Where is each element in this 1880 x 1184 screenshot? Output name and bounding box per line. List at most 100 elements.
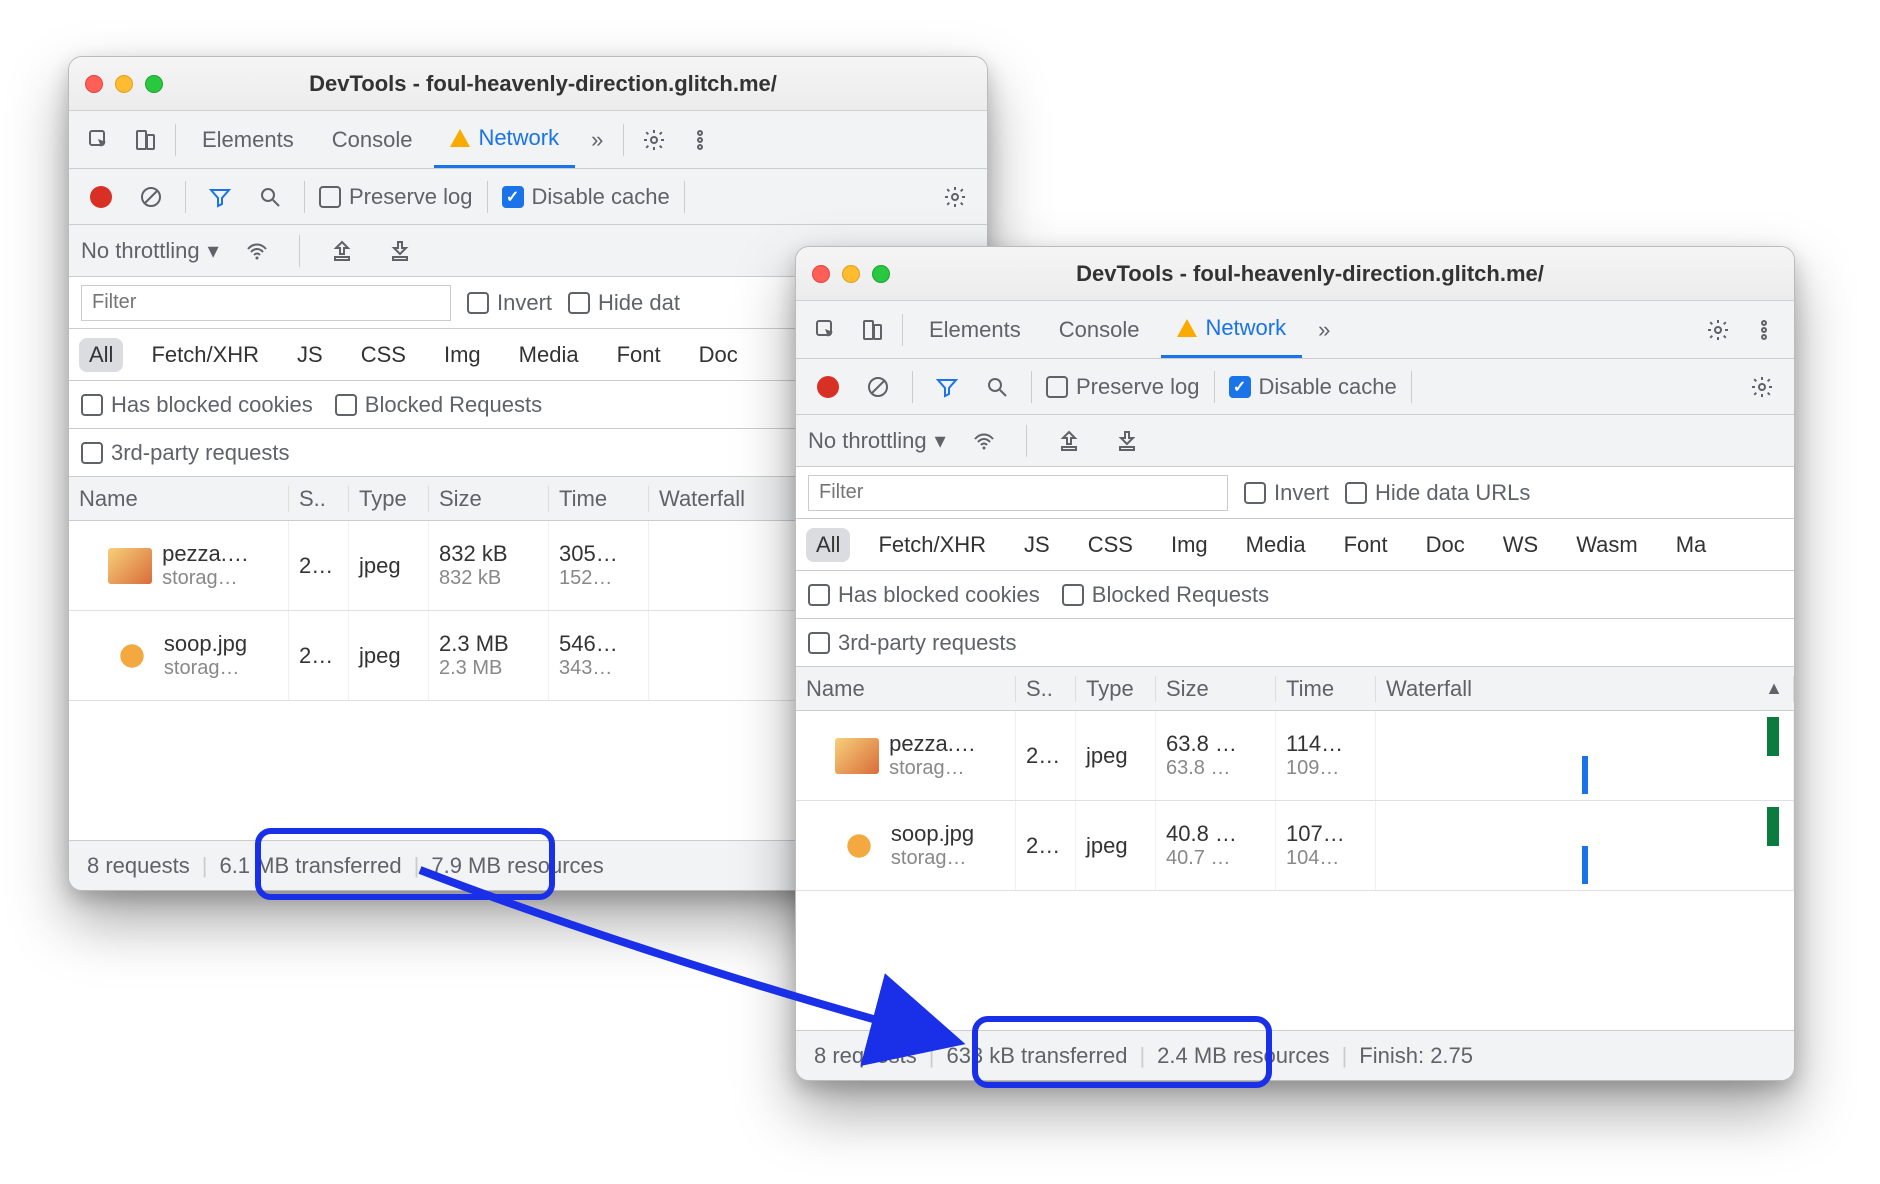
minimize-icon[interactable]	[115, 75, 133, 93]
close-icon[interactable]	[812, 265, 830, 283]
type-img[interactable]: Img	[434, 338, 491, 372]
filter-icon[interactable]	[200, 177, 240, 217]
network-settings-icon[interactable]	[1742, 367, 1782, 407]
tab-label: Network	[478, 125, 559, 151]
clear-icon[interactable]	[131, 177, 171, 217]
more-tabs-icon[interactable]: »	[1308, 317, 1340, 343]
col-size[interactable]: Size	[429, 486, 549, 512]
preserve-log-checkbox[interactable]: Preserve log	[1046, 374, 1200, 400]
divider	[304, 181, 305, 213]
type-js[interactable]: JS	[1014, 528, 1060, 562]
search-icon[interactable]	[250, 177, 290, 217]
tab-network[interactable]: Network	[434, 111, 575, 168]
tab-label: Elements	[202, 127, 294, 153]
thumbnail-icon	[837, 828, 881, 864]
search-icon[interactable]	[977, 367, 1017, 407]
status-transferred: 6.1 MB transferred	[215, 853, 405, 879]
blocked-requests-checkbox[interactable]: Blocked Requests	[335, 392, 542, 418]
hide-data-urls-checkbox[interactable]: Hide dat	[568, 290, 680, 316]
col-waterfall[interactable]: Waterfall ▲	[1376, 676, 1794, 702]
device-icon[interactable]	[852, 310, 892, 350]
type-fetch[interactable]: Fetch/XHR	[868, 528, 996, 562]
third-party-checkbox[interactable]: 3rd-party requests	[808, 630, 1017, 656]
table-row[interactable]: soop.jpg storag… 2… jpeg 40.8 …40.7 … 10…	[796, 801, 1794, 891]
type-all[interactable]: All	[806, 528, 850, 562]
col-time[interactable]: Time	[549, 486, 649, 512]
col-type[interactable]: Type	[1076, 676, 1156, 702]
settings-icon[interactable]	[634, 120, 674, 160]
type-img[interactable]: Img	[1161, 528, 1218, 562]
tab-network[interactable]: Network	[1161, 301, 1302, 358]
more-tabs-icon[interactable]: »	[581, 127, 613, 153]
type-font[interactable]: Font	[607, 338, 671, 372]
type-doc[interactable]: Doc	[1416, 528, 1475, 562]
device-icon[interactable]	[125, 120, 165, 160]
hide-data-urls-checkbox[interactable]: Hide data URLs	[1345, 480, 1530, 506]
disable-cache-checkbox[interactable]: Disable cache	[1229, 374, 1397, 400]
col-size[interactable]: Size	[1156, 676, 1276, 702]
type-manifest[interactable]: Ma	[1666, 528, 1717, 562]
blocked-requests-checkbox[interactable]: Blocked Requests	[1062, 582, 1269, 608]
invert-checkbox[interactable]: Invert	[467, 290, 552, 316]
network-conditions-icon[interactable]	[237, 231, 277, 271]
throttle-bar: No throttling ▾	[796, 415, 1794, 467]
tab-console[interactable]: Console	[316, 111, 429, 168]
type-media[interactable]: Media	[509, 338, 589, 372]
download-icon[interactable]	[1107, 421, 1147, 461]
sort-asc-icon: ▲	[1765, 678, 1783, 699]
upload-icon[interactable]	[1049, 421, 1089, 461]
throttling-select[interactable]: No throttling ▾	[808, 428, 946, 454]
type-wasm[interactable]: Wasm	[1566, 528, 1648, 562]
close-icon[interactable]	[85, 75, 103, 93]
minimize-icon[interactable]	[842, 265, 860, 283]
col-time[interactable]: Time	[1276, 676, 1376, 702]
tab-elements[interactable]: Elements	[913, 301, 1037, 358]
preserve-log-checkbox[interactable]: Preserve log	[319, 184, 473, 210]
blocked-cookies-checkbox[interactable]: Has blocked cookies	[81, 392, 313, 418]
invert-checkbox[interactable]: Invert	[1244, 480, 1329, 506]
upload-icon[interactable]	[322, 231, 362, 271]
record-button[interactable]	[81, 177, 121, 217]
disable-cache-checkbox[interactable]: Disable cache	[502, 184, 670, 210]
throttling-select[interactable]: No throttling ▾	[81, 238, 219, 264]
blocked-cookies-checkbox[interactable]: Has blocked cookies	[808, 582, 1040, 608]
record-button[interactable]	[808, 367, 848, 407]
extra-filters: Has blocked cookies Blocked Requests	[796, 571, 1794, 619]
type-doc[interactable]: Doc	[689, 338, 748, 372]
network-settings-icon[interactable]	[935, 177, 975, 217]
status-bar: 8 requests | 633 kB transferred | 2.4 MB…	[796, 1030, 1794, 1080]
type-all[interactable]: All	[79, 338, 123, 372]
third-party-checkbox[interactable]: 3rd-party requests	[81, 440, 290, 466]
settings-icon[interactable]	[1698, 310, 1738, 350]
tab-elements[interactable]: Elements	[186, 111, 310, 168]
tab-console[interactable]: Console	[1043, 301, 1156, 358]
zoom-icon[interactable]	[145, 75, 163, 93]
type-css[interactable]: CSS	[1078, 528, 1143, 562]
kebab-icon[interactable]	[1744, 310, 1784, 350]
inspect-icon[interactable]	[806, 310, 846, 350]
kebab-icon[interactable]	[680, 120, 720, 160]
type-fetch[interactable]: Fetch/XHR	[141, 338, 269, 372]
filter-input[interactable]	[81, 285, 451, 321]
type-font[interactable]: Font	[1334, 528, 1398, 562]
filter-icon[interactable]	[927, 367, 967, 407]
col-name[interactable]: Name	[69, 486, 289, 512]
col-status[interactable]: S..	[1016, 676, 1076, 702]
table-row[interactable]: pezza.… storag… 2… jpeg 63.8 …63.8 … 114…	[796, 711, 1794, 801]
download-icon[interactable]	[380, 231, 420, 271]
col-type[interactable]: Type	[349, 486, 429, 512]
titlebar: DevTools - foul-heavenly-direction.glitc…	[796, 247, 1794, 301]
type-media[interactable]: Media	[1236, 528, 1316, 562]
network-toolbar: Preserve log Disable cache	[69, 169, 987, 225]
type-ws[interactable]: WS	[1493, 528, 1548, 562]
col-name[interactable]: Name	[796, 676, 1016, 702]
clear-icon[interactable]	[858, 367, 898, 407]
filter-input[interactable]	[808, 475, 1228, 511]
network-conditions-icon[interactable]	[964, 421, 1004, 461]
type-js[interactable]: JS	[287, 338, 333, 372]
request-domain: storag…	[891, 847, 974, 870]
zoom-icon[interactable]	[872, 265, 890, 283]
col-status[interactable]: S..	[289, 486, 349, 512]
inspect-icon[interactable]	[79, 120, 119, 160]
type-css[interactable]: CSS	[351, 338, 416, 372]
